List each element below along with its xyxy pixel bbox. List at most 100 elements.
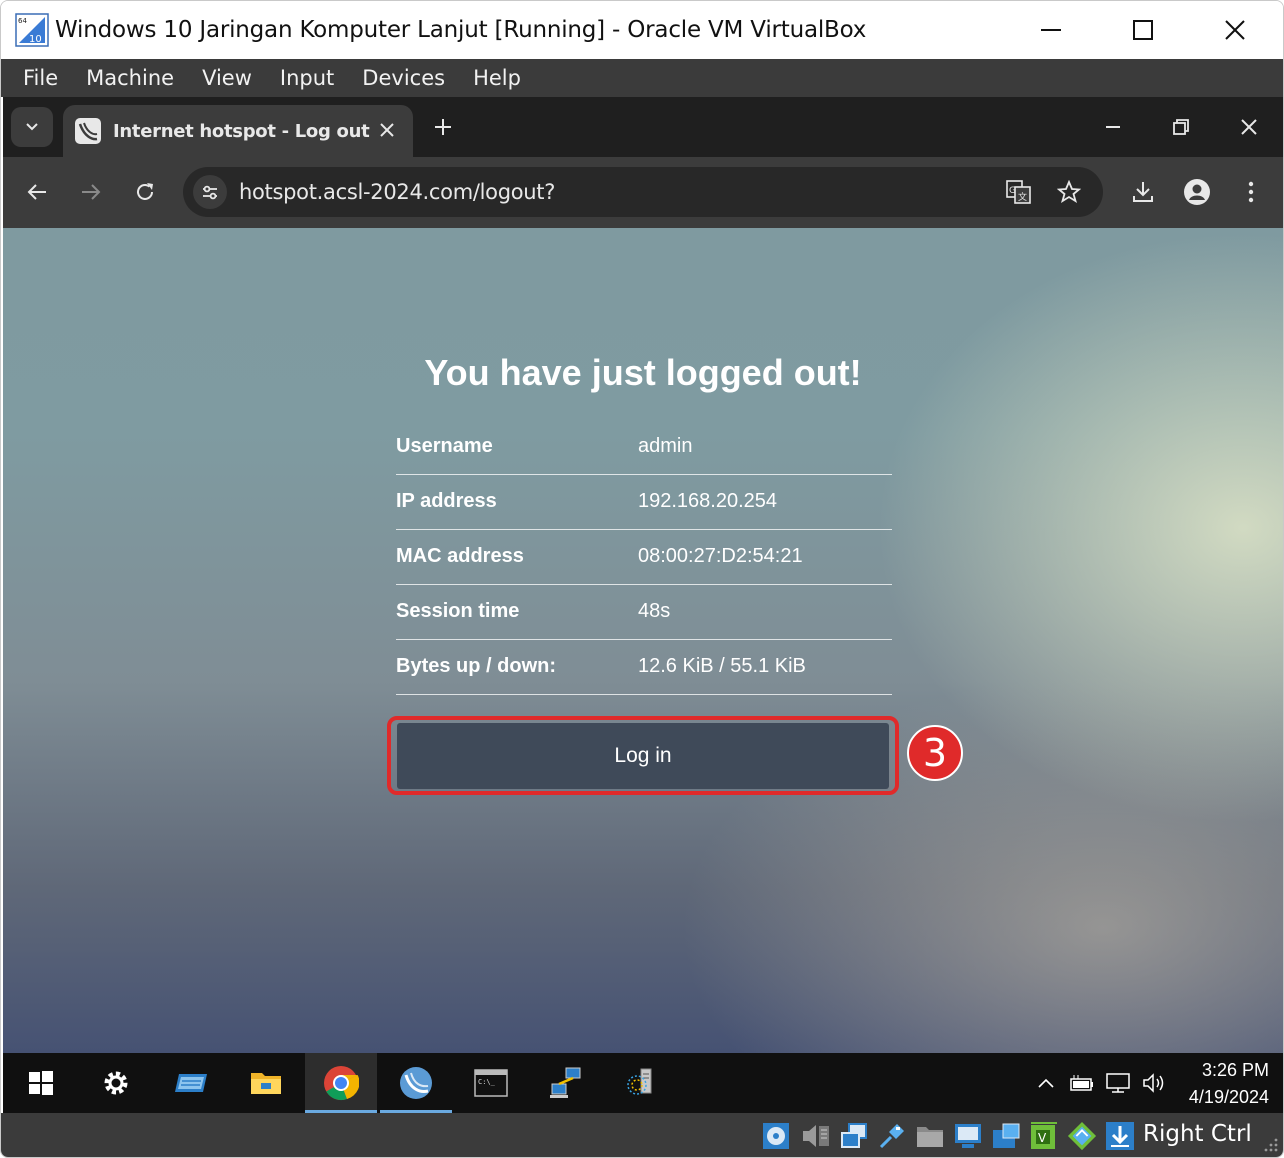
- reload-button[interactable]: [125, 172, 165, 212]
- chrome-toolbar: hotspot.acsl-2024.com/logout? G文: [3, 157, 1283, 228]
- resize-grip-icon[interactable]: [1259, 1133, 1279, 1153]
- profile-button[interactable]: [1177, 172, 1217, 212]
- taskbar-network-connections[interactable]: [530, 1053, 602, 1113]
- plus-icon: [435, 119, 451, 135]
- taskbar-server-manager[interactable]: [155, 1053, 227, 1113]
- display-icon: [955, 1124, 981, 1148]
- menu-file[interactable]: File: [9, 66, 72, 90]
- row-label: Bytes up / down:: [396, 639, 638, 695]
- shared-folders-icon: [917, 1127, 943, 1147]
- clock-date: 4/19/2024: [1188, 1087, 1269, 1107]
- windows-taskbar: C:\_ 3:26 PM 4/19/2024: [3, 1053, 1283, 1113]
- translate-icon: G文: [1006, 180, 1031, 204]
- network-icon: [841, 1123, 867, 1148]
- vbox-titlebar: 64 10 Windows 10 Jaringan Komputer Lanju…: [1, 1, 1283, 59]
- svg-text:64: 64: [18, 17, 27, 25]
- taskbar-chrome[interactable]: [305, 1053, 377, 1113]
- close-icon: [380, 123, 394, 137]
- table-row: Session time 48s: [396, 584, 892, 640]
- optical-drive-indicator[interactable]: [761, 1121, 791, 1151]
- show-hidden-icons-button[interactable]: [1033, 1053, 1059, 1113]
- start-button[interactable]: [5, 1053, 77, 1113]
- taskbar-file-explorer[interactable]: [230, 1053, 302, 1113]
- tab-close-button[interactable]: [375, 118, 399, 142]
- star-icon: [1057, 180, 1081, 203]
- menu-help[interactable]: Help: [459, 66, 535, 90]
- mouse-integration-indicator[interactable]: [1067, 1121, 1097, 1151]
- display-indicator[interactable]: [953, 1121, 983, 1151]
- chrome-restore-button[interactable]: [1147, 97, 1215, 157]
- settings-icon: [104, 1071, 128, 1095]
- more-vert-icon: [1248, 181, 1254, 203]
- svg-text:文: 文: [1018, 191, 1027, 203]
- login-button[interactable]: Log in: [397, 723, 889, 789]
- cpu-indicator[interactable]: V: [1029, 1121, 1059, 1151]
- battery-icon: [1070, 1075, 1093, 1091]
- chrome-close-button[interactable]: [1215, 97, 1283, 157]
- arrow-left-icon: [27, 184, 46, 200]
- chrome-minimize-button[interactable]: [1079, 97, 1147, 157]
- address-bar[interactable]: hotspot.acsl-2024.com/logout? G文: [183, 167, 1103, 217]
- windows-start-icon: [29, 1071, 53, 1095]
- download-icon: [1133, 182, 1153, 202]
- url-text[interactable]: hotspot.acsl-2024.com/logout?: [239, 180, 555, 204]
- downloads-button[interactable]: [1123, 172, 1163, 212]
- taskbar-clock[interactable]: 3:26 PM 4/19/2024: [1159, 1057, 1269, 1111]
- new-tab-button[interactable]: [427, 111, 459, 143]
- back-button[interactable]: [17, 172, 57, 212]
- close-button[interactable]: [1189, 1, 1281, 59]
- usb-indicator[interactable]: [877, 1121, 907, 1151]
- table-row: MAC address 08:00:27:D2:54:21: [396, 529, 892, 585]
- table-row: IP address 192.168.20.254: [396, 474, 892, 530]
- shared-folders-indicator[interactable]: [915, 1121, 945, 1151]
- tab-search-button[interactable]: [11, 107, 53, 147]
- network-indicator[interactable]: [839, 1121, 869, 1151]
- chrome-tabstrip: Internet hotspot - Log out: [3, 97, 1283, 157]
- tray-power[interactable]: [1067, 1053, 1095, 1113]
- keyboard-capture-indicator[interactable]: [1105, 1121, 1135, 1151]
- audio-indicator[interactable]: [801, 1121, 831, 1151]
- site-info-button[interactable]: [193, 175, 227, 209]
- row-label: MAC address: [396, 529, 638, 585]
- tune-icon: [203, 185, 217, 200]
- row-value: 12.6 KiB / 55.1 KiB: [638, 639, 892, 695]
- mikrotik-icon: [75, 118, 101, 144]
- dns-icon: [627, 1068, 652, 1095]
- window-title: Windows 10 Jaringan Komputer Lanjut [Run…: [55, 17, 867, 43]
- network-connections-icon: [550, 1067, 581, 1098]
- menu-devices[interactable]: Devices: [348, 66, 459, 90]
- reload-icon: [137, 183, 153, 200]
- cpu-icon: V: [1031, 1122, 1057, 1149]
- close-icon: [1225, 20, 1245, 40]
- row-value: 08:00:27:D2:54:21: [638, 529, 892, 585]
- maximize-button[interactable]: [1097, 1, 1189, 59]
- taskbar-terminal[interactable]: C:\_: [455, 1053, 527, 1113]
- menu-input[interactable]: Input: [266, 66, 348, 90]
- vbox-statusbar: V Right Ctrl: [1, 1113, 1283, 1157]
- recording-indicator[interactable]: [991, 1121, 1021, 1151]
- guest-screen: Internet hotspot - Log out hotspot.acsl-…: [3, 97, 1283, 1113]
- tray-network[interactable]: [1103, 1053, 1133, 1113]
- bookmark-button[interactable]: [1055, 178, 1083, 206]
- translate-button[interactable]: G文: [1005, 178, 1033, 206]
- chevron-up-icon: [1038, 1078, 1054, 1088]
- close-icon: [1241, 119, 1257, 135]
- optical-drive-icon: [763, 1123, 789, 1149]
- taskbar-dns[interactable]: [605, 1053, 677, 1113]
- minimize-icon: [1041, 29, 1061, 31]
- forward-button[interactable]: [71, 172, 111, 212]
- row-label: Session time: [396, 584, 638, 640]
- tab-hotspot-logout[interactable]: Internet hotspot - Log out: [63, 105, 413, 157]
- row-value: 48s: [638, 584, 892, 640]
- recording-icon: [993, 1123, 1020, 1148]
- server-manager-icon: [175, 1074, 207, 1092]
- minimize-button[interactable]: [1005, 1, 1097, 59]
- table-row: Bytes up / down: 12.6 KiB / 55.1 KiB: [396, 639, 892, 695]
- session-info-table: Username admin IP address 192.168.20.254 M…: [396, 419, 892, 695]
- taskbar-settings[interactable]: [80, 1053, 152, 1113]
- menu-machine[interactable]: Machine: [72, 66, 188, 90]
- chrome-menu-button[interactable]: [1231, 172, 1271, 212]
- row-value: admin: [638, 419, 892, 475]
- taskbar-winbox[interactable]: [380, 1053, 452, 1113]
- menu-view[interactable]: View: [188, 66, 266, 90]
